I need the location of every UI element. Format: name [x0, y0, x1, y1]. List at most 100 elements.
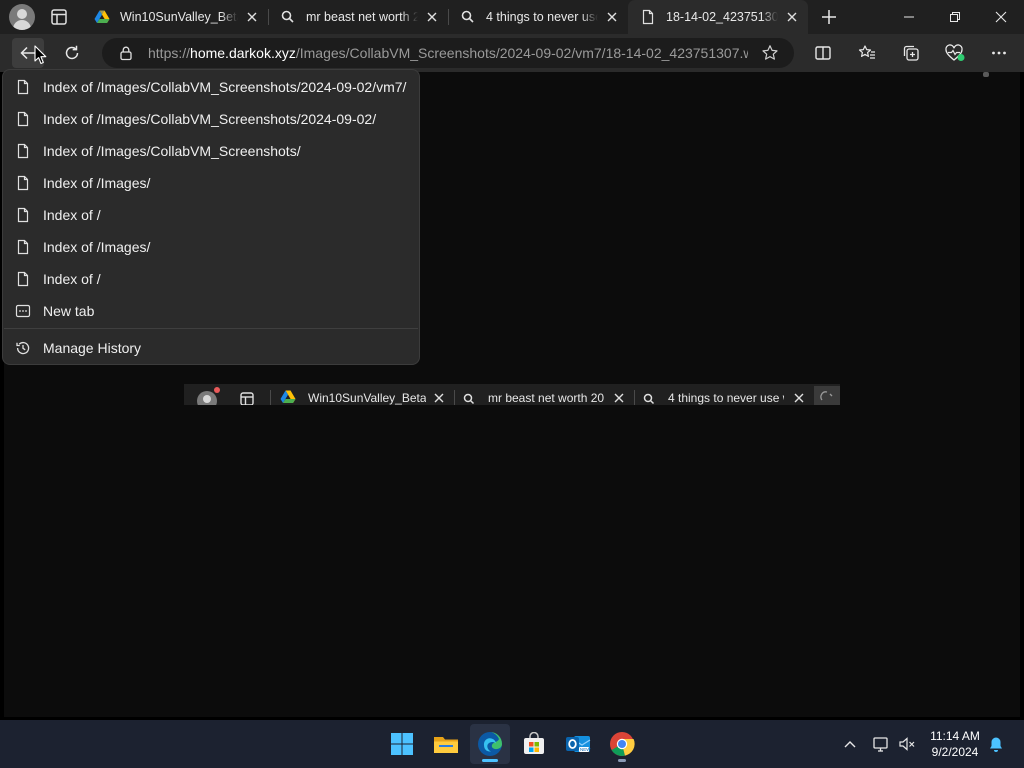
tab-active-image[interactable]: 18-14-02_423751307.webp	[628, 0, 808, 34]
history-item-label: Index of /Images/	[43, 175, 151, 191]
clock-time: 11:14 AM	[930, 729, 980, 743]
notification-bell-icon[interactable]	[988, 734, 1004, 754]
scrollbar-thumb[interactable]	[983, 72, 989, 77]
search-icon	[460, 9, 476, 25]
lock-icon[interactable]	[118, 45, 134, 61]
volume-muted-icon[interactable]	[898, 734, 916, 754]
nested-tab-separator	[634, 390, 635, 405]
history-item[interactable]: Index of /Images/CollabVM_Screenshots/20…	[4, 103, 418, 135]
new-tab-button[interactable]	[819, 7, 839, 27]
file-explorer-button[interactable]	[426, 724, 466, 764]
back-history-menu: Index of /Images/CollabVM_Screenshots/20…	[2, 69, 420, 365]
nested-tab-separator	[270, 390, 271, 405]
close-tab-icon[interactable]	[784, 9, 800, 25]
tab-title: 4 things to never use when	[486, 10, 598, 24]
system-clock[interactable]: 11:14 AM 9/2/2024	[920, 728, 990, 760]
history-item[interactable]: Index of /Images/CollabVM_Screenshots/20…	[4, 71, 418, 103]
edge-taskbar-button[interactable]	[470, 724, 510, 764]
tab-mr-beast[interactable]: mr beast net worth 2024	[268, 0, 448, 34]
outlook-icon: NEW	[565, 732, 591, 756]
nested-close-icon	[432, 384, 446, 405]
nested-tab-title: mr beast net worth 2024	[488, 391, 604, 405]
network-icon[interactable]	[872, 734, 890, 754]
split-screen-button[interactable]	[807, 38, 839, 68]
close-window-button[interactable]	[978, 0, 1024, 34]
nested-close-icon	[792, 384, 806, 405]
tab-title: 18-14-02_423751307.webp	[666, 10, 778, 24]
history-item-label: Index of /Images/CollabVM_Screenshots/	[43, 143, 301, 159]
refresh-button[interactable]	[56, 38, 88, 68]
file-explorer-icon	[433, 732, 459, 756]
restore-button[interactable]	[932, 0, 978, 34]
favorites-button[interactable]	[851, 38, 883, 68]
start-button[interactable]	[382, 724, 422, 764]
history-item[interactable]: Index of /Images/CollabVM_Screenshots/	[4, 135, 418, 167]
nested-tab-actions-icon	[238, 384, 256, 405]
address-bar[interactable]: https://home.darkok.xyz/Images/CollabVM_…	[102, 38, 794, 68]
tab-actions-icon[interactable]	[48, 7, 70, 27]
chrome-icon	[609, 731, 635, 757]
displayed-image: Win10SunValley_Beta2 mr beast net worth …	[184, 384, 840, 405]
tab-4-things[interactable]: 4 things to never use when	[448, 0, 628, 34]
svg-text:NEW: NEW	[580, 747, 591, 752]
close-tab-icon[interactable]	[244, 9, 260, 25]
history-item-label: Index of /	[43, 271, 101, 287]
menu-divider	[4, 328, 418, 329]
minimize-button[interactable]	[886, 0, 932, 34]
history-item-label: Index of /	[43, 207, 101, 223]
url-text[interactable]: https://home.darkok.xyz/Images/CollabVM_…	[148, 45, 748, 61]
nested-profile-icon	[196, 387, 220, 405]
history-item[interactable]: Index of /Images/	[4, 167, 418, 199]
page-icon	[15, 79, 31, 95]
tab-title: mr beast net worth 2024	[306, 10, 418, 24]
page-icon	[15, 207, 31, 223]
microsoft-store-button[interactable]	[514, 724, 554, 764]
page-icon	[15, 271, 31, 287]
tab-title: Win10SunValley_Beta2	[120, 10, 238, 24]
page-icon	[15, 143, 31, 159]
page-icon	[15, 239, 31, 255]
nested-tab-title: 4 things to never use when	[668, 391, 784, 405]
show-hidden-icons-chevron-icon[interactable]	[843, 734, 857, 754]
profile-avatar-icon[interactable]	[9, 4, 35, 30]
search-icon	[280, 9, 296, 25]
manage-history-label: Manage History	[43, 340, 142, 356]
running-app-indicator	[618, 759, 626, 762]
outlook-button[interactable]: NEW	[558, 724, 598, 764]
favorite-star-icon[interactable]	[761, 44, 779, 62]
windows-taskbar: NEW 11:14 AM 9/2/2024	[0, 720, 1024, 768]
history-item-label: New tab	[43, 303, 95, 319]
nested-search-icon	[462, 384, 476, 405]
nested-loading-icon	[814, 386, 840, 405]
close-tab-icon[interactable]	[604, 9, 620, 25]
nested-close-icon	[612, 384, 626, 405]
url-host: home.darkok.xyz	[190, 45, 296, 61]
browser-essentials-button[interactable]	[939, 38, 971, 68]
browser-toolbar: https://home.darkok.xyz/Images/CollabVM_…	[0, 34, 1024, 72]
new-tab-icon	[15, 303, 31, 319]
tab-win10sunvalley[interactable]: Win10SunValley_Beta2	[82, 0, 268, 34]
settings-more-button[interactable]	[983, 38, 1015, 68]
history-item[interactable]: Index of /Images/	[4, 231, 418, 263]
google-drive-icon	[94, 9, 110, 25]
close-tab-icon[interactable]	[424, 9, 440, 25]
url-path: /Images/CollabVM_Screenshots/2024-09-02/…	[295, 45, 748, 61]
history-item[interactable]: New tab	[4, 295, 418, 327]
chrome-button[interactable]	[602, 724, 642, 764]
clock-date: 9/2/2024	[931, 745, 979, 759]
manage-history-item[interactable]: Manage History	[4, 332, 418, 364]
nested-tab-separator	[454, 390, 455, 405]
mouse-cursor-icon	[34, 45, 47, 65]
history-item-label: Index of /Images/CollabVM_Screenshots/20…	[43, 79, 407, 95]
tab-strip: Win10SunValley_Beta2 mr beast net worth …	[0, 0, 1024, 34]
nested-google-drive-icon	[280, 384, 296, 405]
collections-button[interactable]	[895, 38, 927, 68]
page-icon	[15, 175, 31, 191]
page-icon	[640, 9, 656, 25]
history-item[interactable]: Index of /	[4, 263, 418, 295]
history-item[interactable]: Index of /	[4, 199, 418, 231]
microsoft-store-icon	[522, 732, 546, 756]
url-scheme: https://	[148, 45, 191, 61]
history-item-label: Index of /Images/CollabVM_Screenshots/20…	[43, 111, 377, 127]
active-app-indicator	[482, 759, 498, 762]
